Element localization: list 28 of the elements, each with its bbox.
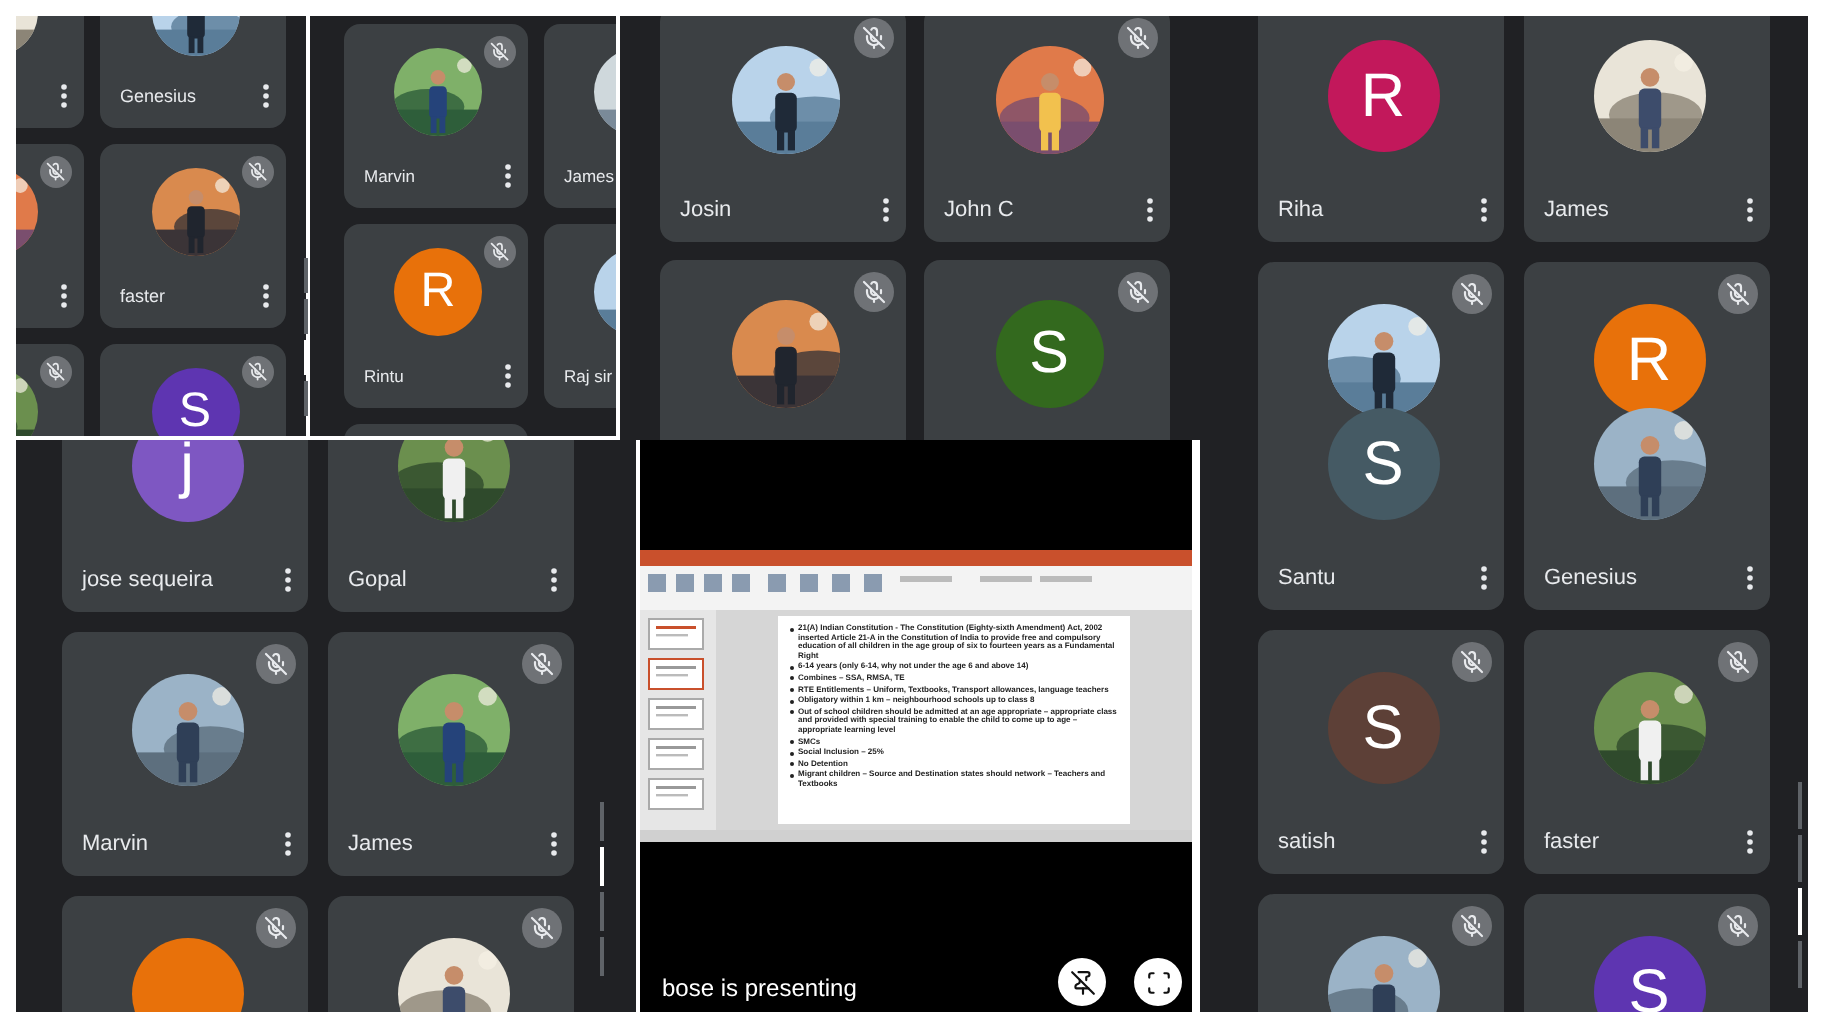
- participant-name: Santu: [1278, 565, 1336, 590]
- avatar: S: [1327, 407, 1439, 520]
- participant-name: James: [348, 832, 413, 856]
- avatar: S: [151, 368, 239, 436]
- participant-name: Genesius: [1544, 565, 1637, 590]
- avatar: S: [995, 300, 1103, 408]
- avatar: R: [1327, 40, 1439, 152]
- participant-name: Marvin: [82, 832, 149, 856]
- participant-name: faster: [120, 286, 166, 306]
- avatar: R: [1593, 303, 1705, 416]
- participant-name: jose sequeira: [82, 568, 213, 592]
- participant-name: Gopal: [348, 568, 407, 592]
- participant-name: Marvin: [364, 166, 416, 186]
- participant-name: James: [1544, 198, 1609, 222]
- participant-name: Josin: [680, 198, 732, 222]
- participant-name: faster: [1544, 829, 1600, 854]
- participant-name: satish: [1278, 829, 1336, 854]
- participant-name: Rintu: [364, 366, 404, 386]
- participant-name: Raj sir: [564, 366, 613, 386]
- avatar: S: [1327, 671, 1439, 784]
- participant-name: Genesius: [120, 86, 197, 106]
- participant-name: John C: [944, 198, 1014, 222]
- presenter-caption: bose is presenting: [662, 974, 857, 1002]
- avatar: S: [1593, 935, 1705, 1012]
- avatar: R: [394, 248, 482, 336]
- participant-name: James: [564, 166, 615, 186]
- avatar: j: [131, 440, 243, 522]
- participant-name: Riha: [1278, 198, 1324, 222]
